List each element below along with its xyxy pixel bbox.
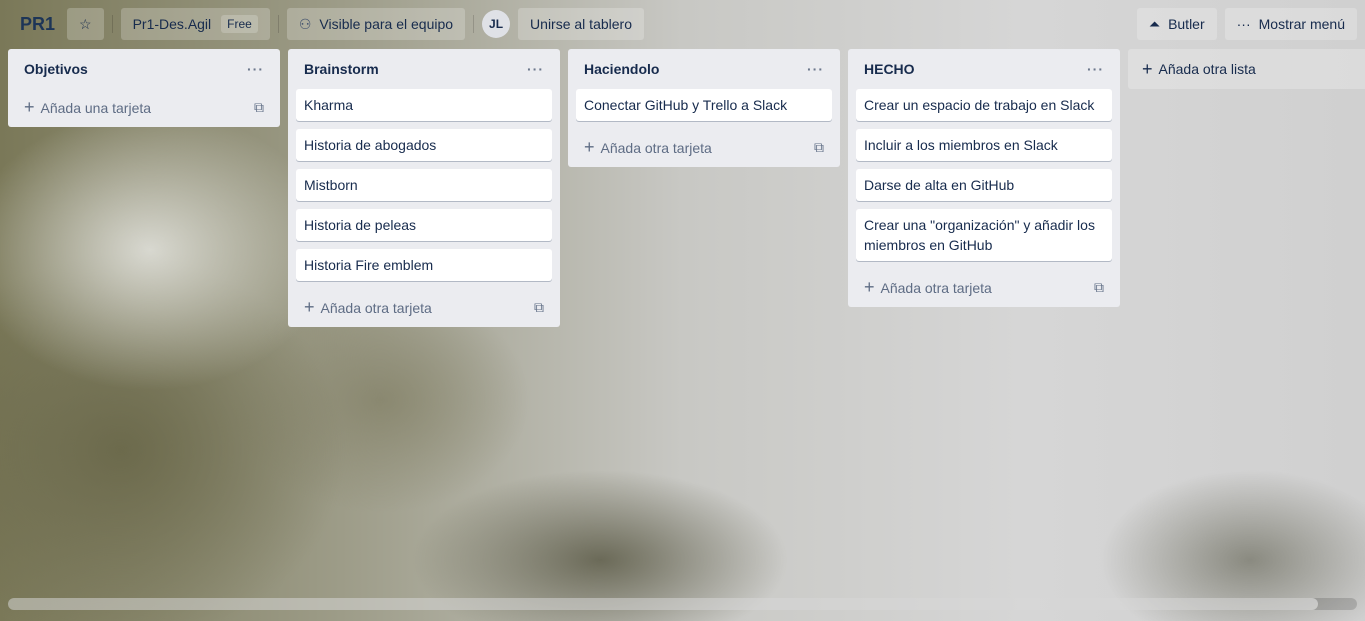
plus-icon: + [24,96,35,117]
menu-label: Mostrar menú [1258,16,1345,32]
card[interactable]: Historia Fire emblem [296,249,552,281]
list-title[interactable]: Haciendolo [584,61,659,77]
bell-icon: ⏶ [1148,15,1161,32]
plus-icon: + [864,276,875,297]
card[interactable]: Crear un espacio de trabajo en Slack [856,89,1112,121]
card[interactable]: Mistborn [296,169,552,201]
add-card-button[interactable]: + Añada otra tarjeta ⧉ [576,129,832,165]
list-menu-icon[interactable]: ··· [1087,61,1104,77]
card-template-icon[interactable]: ⧉ [1094,279,1104,296]
workspace-name: Pr1-Des.Agil [132,16,212,32]
butler-label: Butler [1168,16,1205,32]
join-board-button[interactable]: Unirse al tablero [518,8,644,40]
list-header[interactable]: Objetivos ··· [16,49,272,89]
list-title[interactable]: Brainstorm [304,61,379,77]
star-icon: ☆ [79,15,92,32]
list-haciendolo: Haciendolo ··· Conectar GitHub y Trello a … [568,49,840,167]
board-header: PR1 ☆ Pr1-Des.Agil Free ⚇ Visible para el … [0,0,1365,48]
list-title[interactable]: Objetivos [24,61,88,77]
list-title[interactable]: HECHO [864,61,915,77]
add-card-label: Añada otra tarjeta [600,139,712,156]
card[interactable]: Historia de abogados [296,129,552,161]
list-header[interactable]: Brainstorm ··· [296,49,552,89]
add-card-button[interactable]: + Añada una tarjeta ⧉ [16,89,272,125]
board-title[interactable]: PR1 [8,14,67,35]
divider [277,15,279,33]
plus-icon: + [304,296,315,317]
add-card-label: Añada una tarjeta [40,99,152,116]
list-menu-icon[interactable]: ··· [527,61,544,77]
list-header[interactable]: HECHO ··· [856,49,1112,89]
list-brainstorm: Brainstorm ··· Kharma Historia de abogados M… [288,49,560,327]
card[interactable]: Conectar GitHub y Trello a Slack [576,89,832,121]
card-template-icon[interactable]: ⧉ [814,139,824,156]
avatar[interactable]: JL [482,10,511,38]
plan-badge: Free [221,15,258,33]
show-menu-button[interactable]: ··· Mostrar menú [1224,8,1357,40]
scrollbar-thumb[interactable] [8,598,1318,610]
card-template-icon[interactable]: ⧉ [254,99,264,116]
list-menu-icon[interactable]: ··· [247,61,264,77]
card[interactable]: Crear una "organización" y añadir los mi… [856,209,1112,261]
plus-icon: + [584,136,595,157]
add-list-label: Añada otra lista [1158,61,1256,77]
add-card-button[interactable]: + Añada otra tarjeta ⧉ [296,289,552,325]
divider [111,15,113,33]
add-card-button[interactable]: + Añada otra tarjeta ⧉ [856,269,1112,305]
visibility-label: Visible para el equipo [319,16,454,32]
list-menu-icon[interactable]: ··· [807,61,824,77]
butler-button[interactable]: ⏶ Butler [1136,8,1217,40]
divider [473,15,475,33]
list-header[interactable]: Haciendolo ··· [576,49,832,89]
card[interactable]: Historia de peleas [296,209,552,241]
card[interactable]: Darse de alta en GitHub [856,169,1112,201]
card[interactable]: Kharma [296,89,552,121]
star-button[interactable]: ☆ [67,8,104,40]
add-card-label: Añada otra tarjeta [880,279,992,296]
visibility-button[interactable]: ⚇ Visible para el equipo [286,8,466,40]
list-hecho: HECHO ··· Crear un espacio de trabajo en S… [848,49,1120,307]
team-icon: ⚇ [298,15,312,32]
more-icon: ··· [1236,16,1251,32]
workspace-button[interactable]: Pr1-Des.Agil Free [120,8,270,40]
plus-icon: + [1142,58,1153,79]
add-list-button[interactable]: + Añada otra lista [1128,49,1365,89]
card[interactable]: Incluir a los miembros en Slack [856,129,1112,161]
horizontal-scrollbar[interactable] [8,598,1357,610]
list-objetivos: Objetivos ··· + Añada una tarjeta ⧉ [8,49,280,127]
add-card-label: Añada otra tarjeta [320,299,432,316]
card-template-icon[interactable]: ⧉ [534,299,544,316]
